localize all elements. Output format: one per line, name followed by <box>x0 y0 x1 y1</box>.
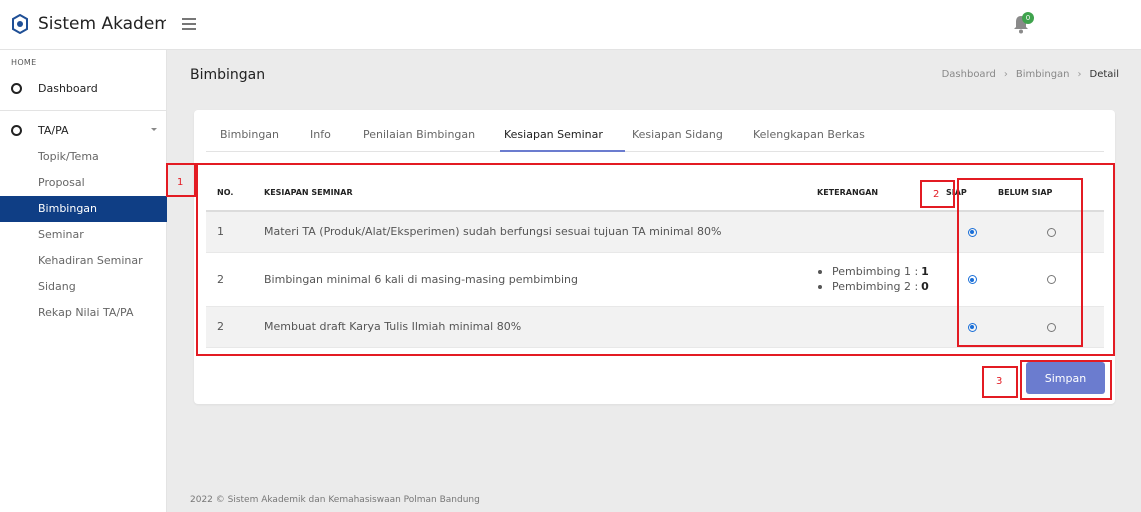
sidebar-group-label: TA/PA <box>38 124 69 137</box>
top-bar: Sistem Akademik 0 <box>0 0 1141 50</box>
annotation-box-2 <box>957 178 1083 347</box>
sidebar-item-rekap-nilai[interactable]: Rekap Nilai TA/PA <box>0 300 167 326</box>
breadcrumb-item-dashboard[interactable]: Dashboard <box>942 69 996 80</box>
sidebar-item-sidang[interactable]: Sidang <box>0 274 167 300</box>
sidebar: HOME Dashboard TA/PA Topik/Tema Proposal… <box>0 50 167 512</box>
sidebar-group-tapa[interactable]: TA/PA <box>0 124 167 137</box>
page-title: Bimbingan <box>190 67 266 83</box>
sidebar-item-label: Dashboard <box>38 82 98 95</box>
breadcrumb-item-bimbingan[interactable]: Bimbingan <box>1016 69 1070 80</box>
app-title: Sistem Akademik <box>38 14 166 34</box>
brand[interactable]: Sistem Akademik <box>12 14 166 34</box>
tab-kesiapan-sidang[interactable]: Kesiapan Sidang <box>632 128 723 141</box>
tab-bimbingan[interactable]: Bimbingan <box>220 128 279 141</box>
chevron-right-icon: › <box>1077 69 1082 80</box>
annotation-number-3: 3 <box>996 376 1003 387</box>
sidebar-item-bimbingan[interactable]: Bimbingan <box>0 196 167 222</box>
menu-toggle-icon[interactable] <box>182 18 196 30</box>
breadcrumb: Dashboard › Bimbingan › Detail <box>942 69 1119 80</box>
breadcrumb-item-detail: Detail <box>1089 69 1119 80</box>
active-tab-indicator <box>500 150 625 152</box>
annotation-number-2: 2 <box>933 189 940 200</box>
circle-icon <box>11 125 22 136</box>
circle-icon <box>11 83 22 94</box>
sidebar-item-kehadiran-seminar[interactable]: Kehadiran Seminar <box>0 248 167 274</box>
sidebar-section-label: HOME <box>11 58 37 67</box>
chevron-right-icon: › <box>1003 69 1008 80</box>
sidebar-item-proposal[interactable]: Proposal <box>0 170 167 196</box>
caret-down-icon[interactable] <box>151 128 157 131</box>
annotation-box-3 <box>1020 360 1112 400</box>
sidebar-item-topik[interactable]: Topik/Tema <box>0 144 167 170</box>
tab-bar: Bimbingan Info Penilaian Bimbingan Kesia… <box>206 110 1104 152</box>
sidebar-item-seminar[interactable]: Seminar <box>0 222 167 248</box>
tab-info[interactable]: Info <box>310 128 331 141</box>
notification-badge: 0 <box>1022 12 1034 24</box>
footer-text: 2022 © Sistem Akademik dan Kemahasiswaan… <box>190 495 480 505</box>
tab-kesiapan-seminar[interactable]: Kesiapan Seminar <box>504 128 603 141</box>
tab-kelengkapan-berkas[interactable]: Kelengkapan Berkas <box>753 128 865 141</box>
sidebar-item-dashboard[interactable]: Dashboard <box>0 82 167 95</box>
sidebar-divider <box>0 110 167 111</box>
app-logo-icon <box>12 14 28 34</box>
annotation-number-1: 1 <box>177 177 184 188</box>
tab-penilaian-bimbingan[interactable]: Penilaian Bimbingan <box>363 128 475 141</box>
